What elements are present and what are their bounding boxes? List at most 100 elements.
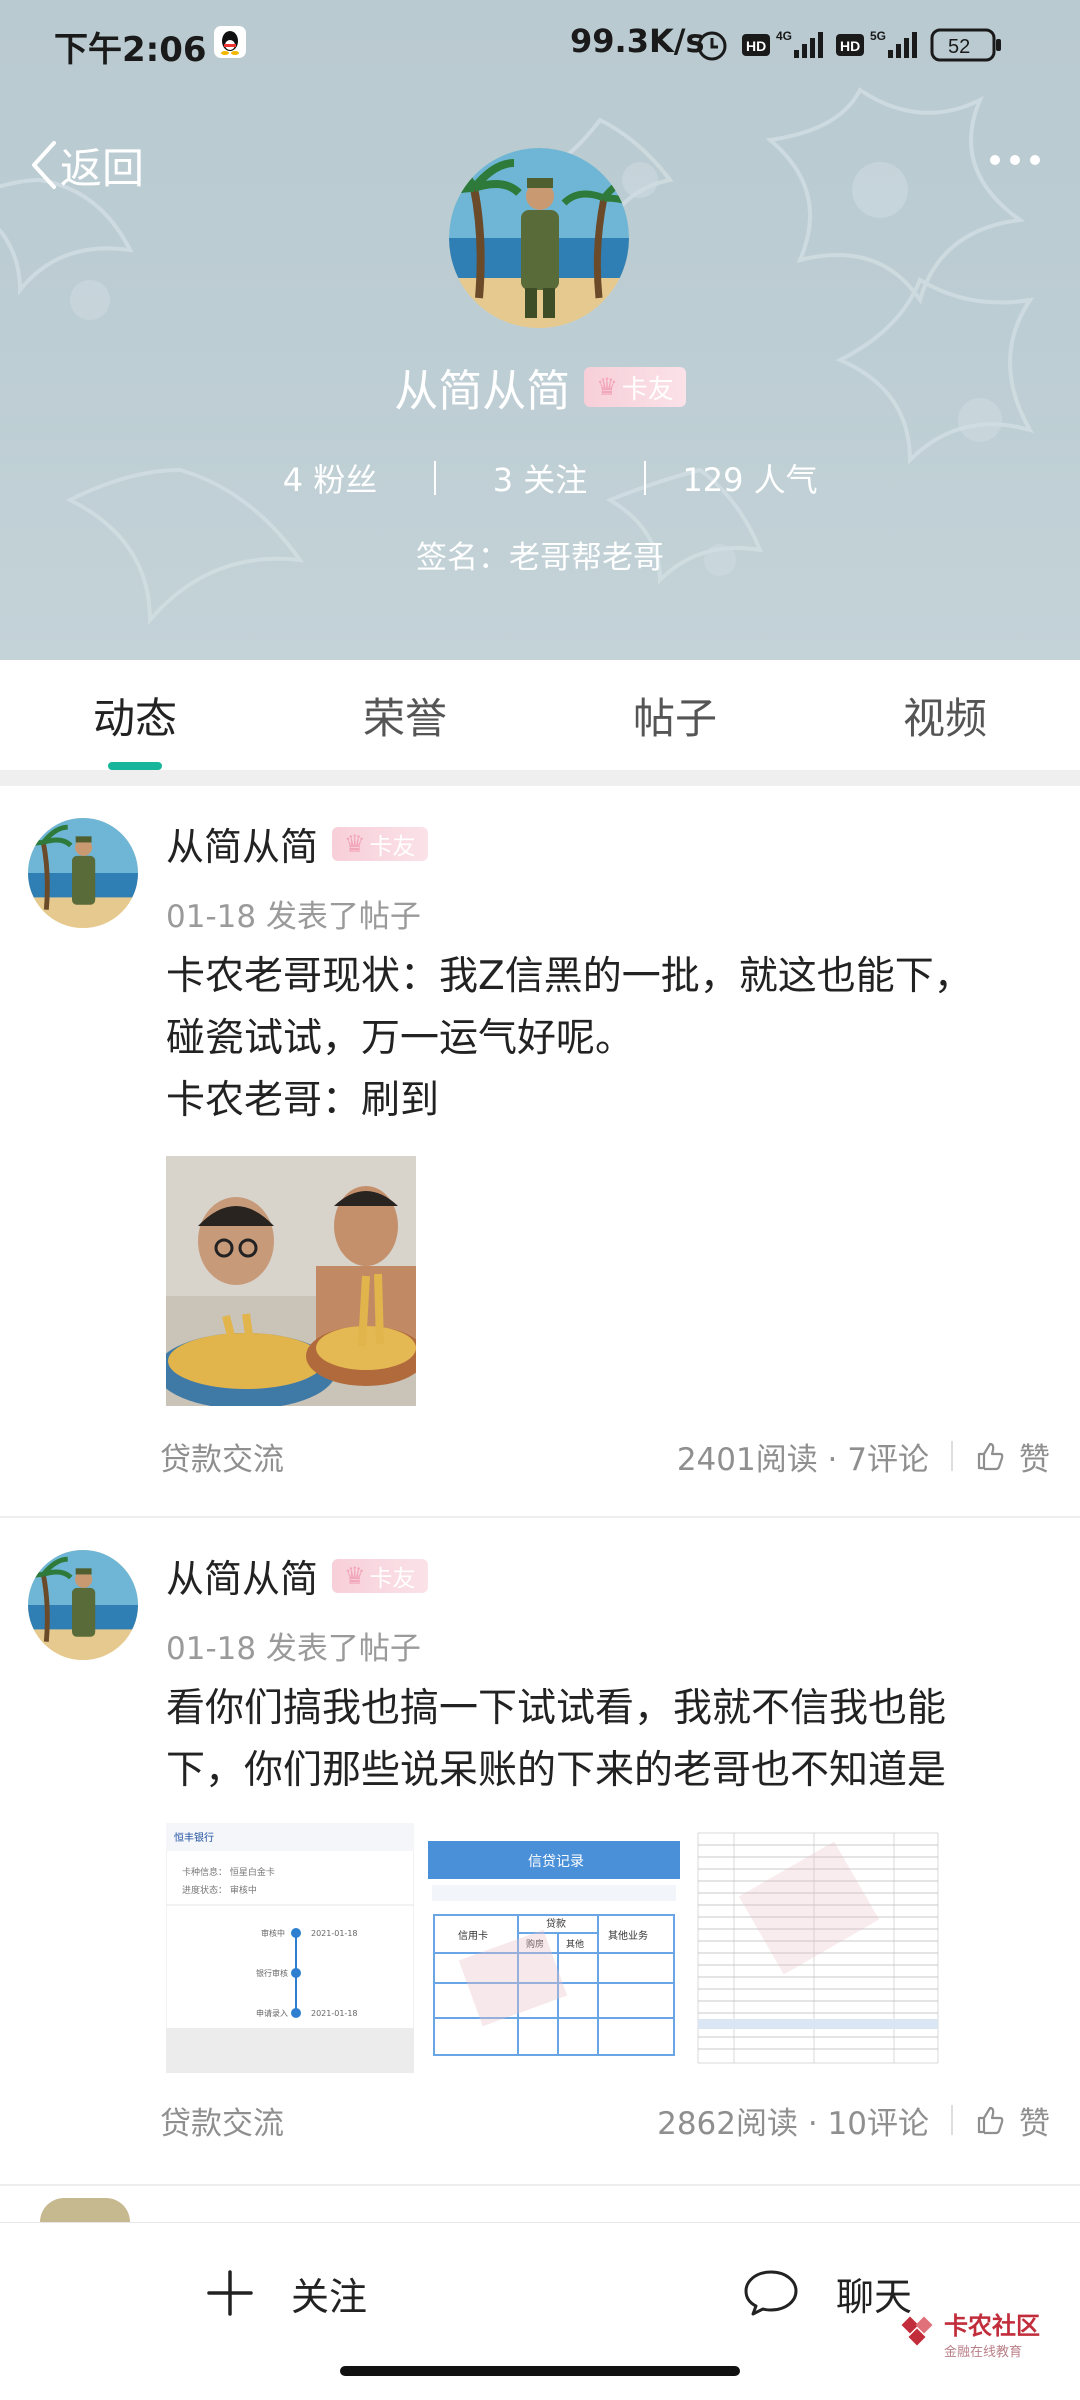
svg-text:信用卡: 信用卡: [458, 1929, 488, 1942]
svg-text:5G: 5G: [870, 29, 886, 43]
svg-text:信贷记录: 信贷记录: [528, 1854, 584, 1870]
svg-text:2021-01-18: 2021-01-18: [311, 2009, 358, 2018]
post-author-name[interactable]: 从简从简: [166, 1548, 318, 1603]
post-image[interactable]: [166, 1156, 416, 1406]
hd-icon-2: HD: [836, 34, 864, 56]
post-footer: 贷款交流 2862阅读 · 10评论 赞: [160, 2090, 1050, 2150]
post-meta: 01-18 发表了帖子: [166, 1631, 421, 1667]
post-stats: 2401阅读 · 7评论: [676, 1441, 929, 1478]
post-author-row: 从简从简 ♛ 卡友: [166, 816, 428, 871]
fans-count[interactable]: 4 粉丝: [230, 455, 430, 501]
tab-activity[interactable]: 动态: [0, 660, 270, 770]
back-label: 返回: [60, 143, 145, 193]
like-button[interactable]: 赞: [975, 2098, 1050, 2143]
profile-username: 从简从简: [394, 366, 571, 417]
post-text-line: 卡农老哥现状：我Z信黑的一批，就这也能下，: [166, 954, 973, 999]
kanong-logo-icon: [901, 2316, 933, 2346]
home-indicator[interactable]: [340, 2366, 740, 2376]
section-divider: [0, 770, 1080, 786]
watermark-sub: 金融在线教育: [944, 2345, 1023, 2360]
profile-header: 下午2:06 99.3K/s HD 4G HD 5G 52 返回 从简从简 ♛ …: [0, 0, 1080, 660]
crown-icon: ♛: [344, 1561, 366, 1590]
alarm-icon: [697, 31, 727, 61]
active-tab-indicator: [108, 762, 162, 770]
post-footer: 贷款交流 2401阅读 · 7评论 赞: [160, 1426, 1050, 1486]
svg-text:申请录入: 申请录入: [256, 2008, 288, 2018]
post-image[interactable]: 恒丰银行 卡种信息： 恒星白金卡 进度状态： 审核中 审核中 银行审核 申请录入…: [166, 1823, 414, 2073]
tab-label: 帖子: [632, 693, 717, 743]
more-options-icon[interactable]: [985, 140, 1045, 180]
post-author-avatar[interactable]: [28, 818, 138, 928]
chat-button[interactable]: 聊天: [742, 2223, 912, 2363]
tab-label: 视频: [902, 693, 987, 743]
profile-avatar[interactable]: [449, 148, 629, 328]
member-badge: ♛ 卡友: [332, 826, 428, 861]
stat-divider: [644, 461, 646, 495]
footer-divider: [951, 1441, 953, 1471]
like-button[interactable]: 赞: [975, 1434, 1050, 1479]
post-text-line: 看你们搞我也搞一下试试看，我就不信我也能: [166, 1686, 947, 1731]
chevron-left-icon: [32, 141, 56, 189]
post-images: 恒丰银行 卡种信息： 恒星白金卡 进度状态： 审核中 审核中 银行审核 申请录入…: [166, 1823, 942, 2073]
status-icons: HD 4G HD 5G 52: [697, 28, 1001, 62]
member-badge: ♛ 卡友: [584, 367, 686, 407]
post-text-line: 碰瓷试试，万一运气好呢。: [166, 1016, 635, 1061]
chat-bubble-icon: [744, 2270, 798, 2316]
signal-4g-icon: 4G: [776, 29, 823, 58]
post-divider: [0, 2184, 1080, 2186]
tab-label: 动态: [92, 693, 177, 743]
following-count[interactable]: 3 关注: [440, 455, 640, 501]
follow-label: 关注: [291, 2274, 368, 2319]
svg-text:HD: HD: [746, 38, 766, 54]
member-badge: ♛ 卡友: [332, 1558, 428, 1593]
svg-text:52: 52: [948, 36, 970, 58]
post-category[interactable]: 贷款交流: [160, 2098, 284, 2143]
tab-videos[interactable]: 视频: [810, 660, 1080, 770]
post-text-line: 卡农老哥：刷到: [166, 1078, 440, 1123]
post-author-avatar[interactable]: [28, 1550, 138, 1660]
next-post-avatar-peek: [40, 2198, 130, 2222]
stat-divider: [434, 461, 436, 495]
tab-posts[interactable]: 帖子: [540, 660, 810, 770]
svg-text:2021-01-18: 2021-01-18: [311, 1929, 358, 1938]
qq-notification-icon: [214, 26, 246, 58]
tab-honors[interactable]: 荣誉: [270, 660, 540, 770]
post-author-name[interactable]: 从简从简: [166, 816, 318, 871]
profile-signature: 签名：老哥帮老哥: [416, 540, 664, 576]
post-author-row: 从简从简 ♛ 卡友: [166, 1548, 428, 1603]
post-content[interactable]: 卡农老哥现状：我Z信黑的一批，就这也能下， 碰瓷试试，万一运气好呢。 卡农老哥：…: [166, 946, 1046, 1132]
footer-divider: [951, 2105, 953, 2135]
feed-post[interactable]: 从简从简 ♛ 卡友 01-18 发表了帖子 卡农老哥现状：我Z信黑的一批，就这也…: [0, 786, 1080, 1516]
plus-icon: [207, 2270, 253, 2316]
post-image[interactable]: [694, 1823, 942, 2073]
thumbs-up-icon: [977, 1442, 1004, 1471]
svg-text:卡种信息： 恒星白金卡: 卡种信息： 恒星白金卡: [182, 1866, 275, 1878]
kanong-watermark: 卡农社区 金融在线教育: [900, 2306, 1040, 2360]
post-meta: 01-18 发表了帖子: [166, 899, 421, 935]
like-label: 赞: [1019, 1441, 1050, 1478]
post-content[interactable]: 看你们搞我也搞一下试试看，我就不信我也能 下，你们那些说呆账的下来的老哥也不知道…: [166, 1678, 1046, 1802]
crown-icon: ♛: [596, 373, 618, 401]
svg-text:其他业务: 其他业务: [608, 1929, 648, 1942]
follow-button[interactable]: 关注: [205, 2223, 367, 2363]
feed-post[interactable]: 从简从简 ♛ 卡友 01-18 发表了帖子 看你们搞我也搞一下试试看，我就不信我…: [0, 1518, 1080, 2178]
status-time: 下午2:06: [54, 30, 207, 70]
profile-name-row: 从简从简 ♛ 卡友: [0, 355, 1080, 419]
svg-text:贷款: 贷款: [546, 1917, 566, 1930]
profile-tabs: 动态 荣誉 帖子 视频: [0, 660, 1080, 770]
badge-label: 卡友: [621, 374, 674, 405]
badge-label: 卡友: [369, 833, 416, 860]
badge-label: 卡友: [369, 1565, 416, 1592]
crown-icon: ♛: [344, 829, 366, 858]
svg-text:HD: HD: [840, 38, 860, 54]
svg-text:其他: 其他: [566, 1938, 584, 1950]
post-image[interactable]: 信贷记录 信用卡 贷款 其他业务 购房 其他: [428, 1823, 680, 2073]
svg-text:进度状态： 审核中: 进度状态： 审核中: [182, 1884, 257, 1896]
svg-text:恒丰银行: 恒丰银行: [174, 1831, 214, 1844]
post-text-line: 下，你们那些说呆账的下来的老哥也不知道是: [166, 1748, 947, 1793]
post-category[interactable]: 贷款交流: [160, 1434, 284, 1479]
hd-icon: HD: [742, 34, 770, 56]
popularity-count: 129 人气: [682, 461, 818, 499]
post-images: [166, 1156, 416, 1406]
back-button[interactable]: 返回: [28, 130, 144, 200]
